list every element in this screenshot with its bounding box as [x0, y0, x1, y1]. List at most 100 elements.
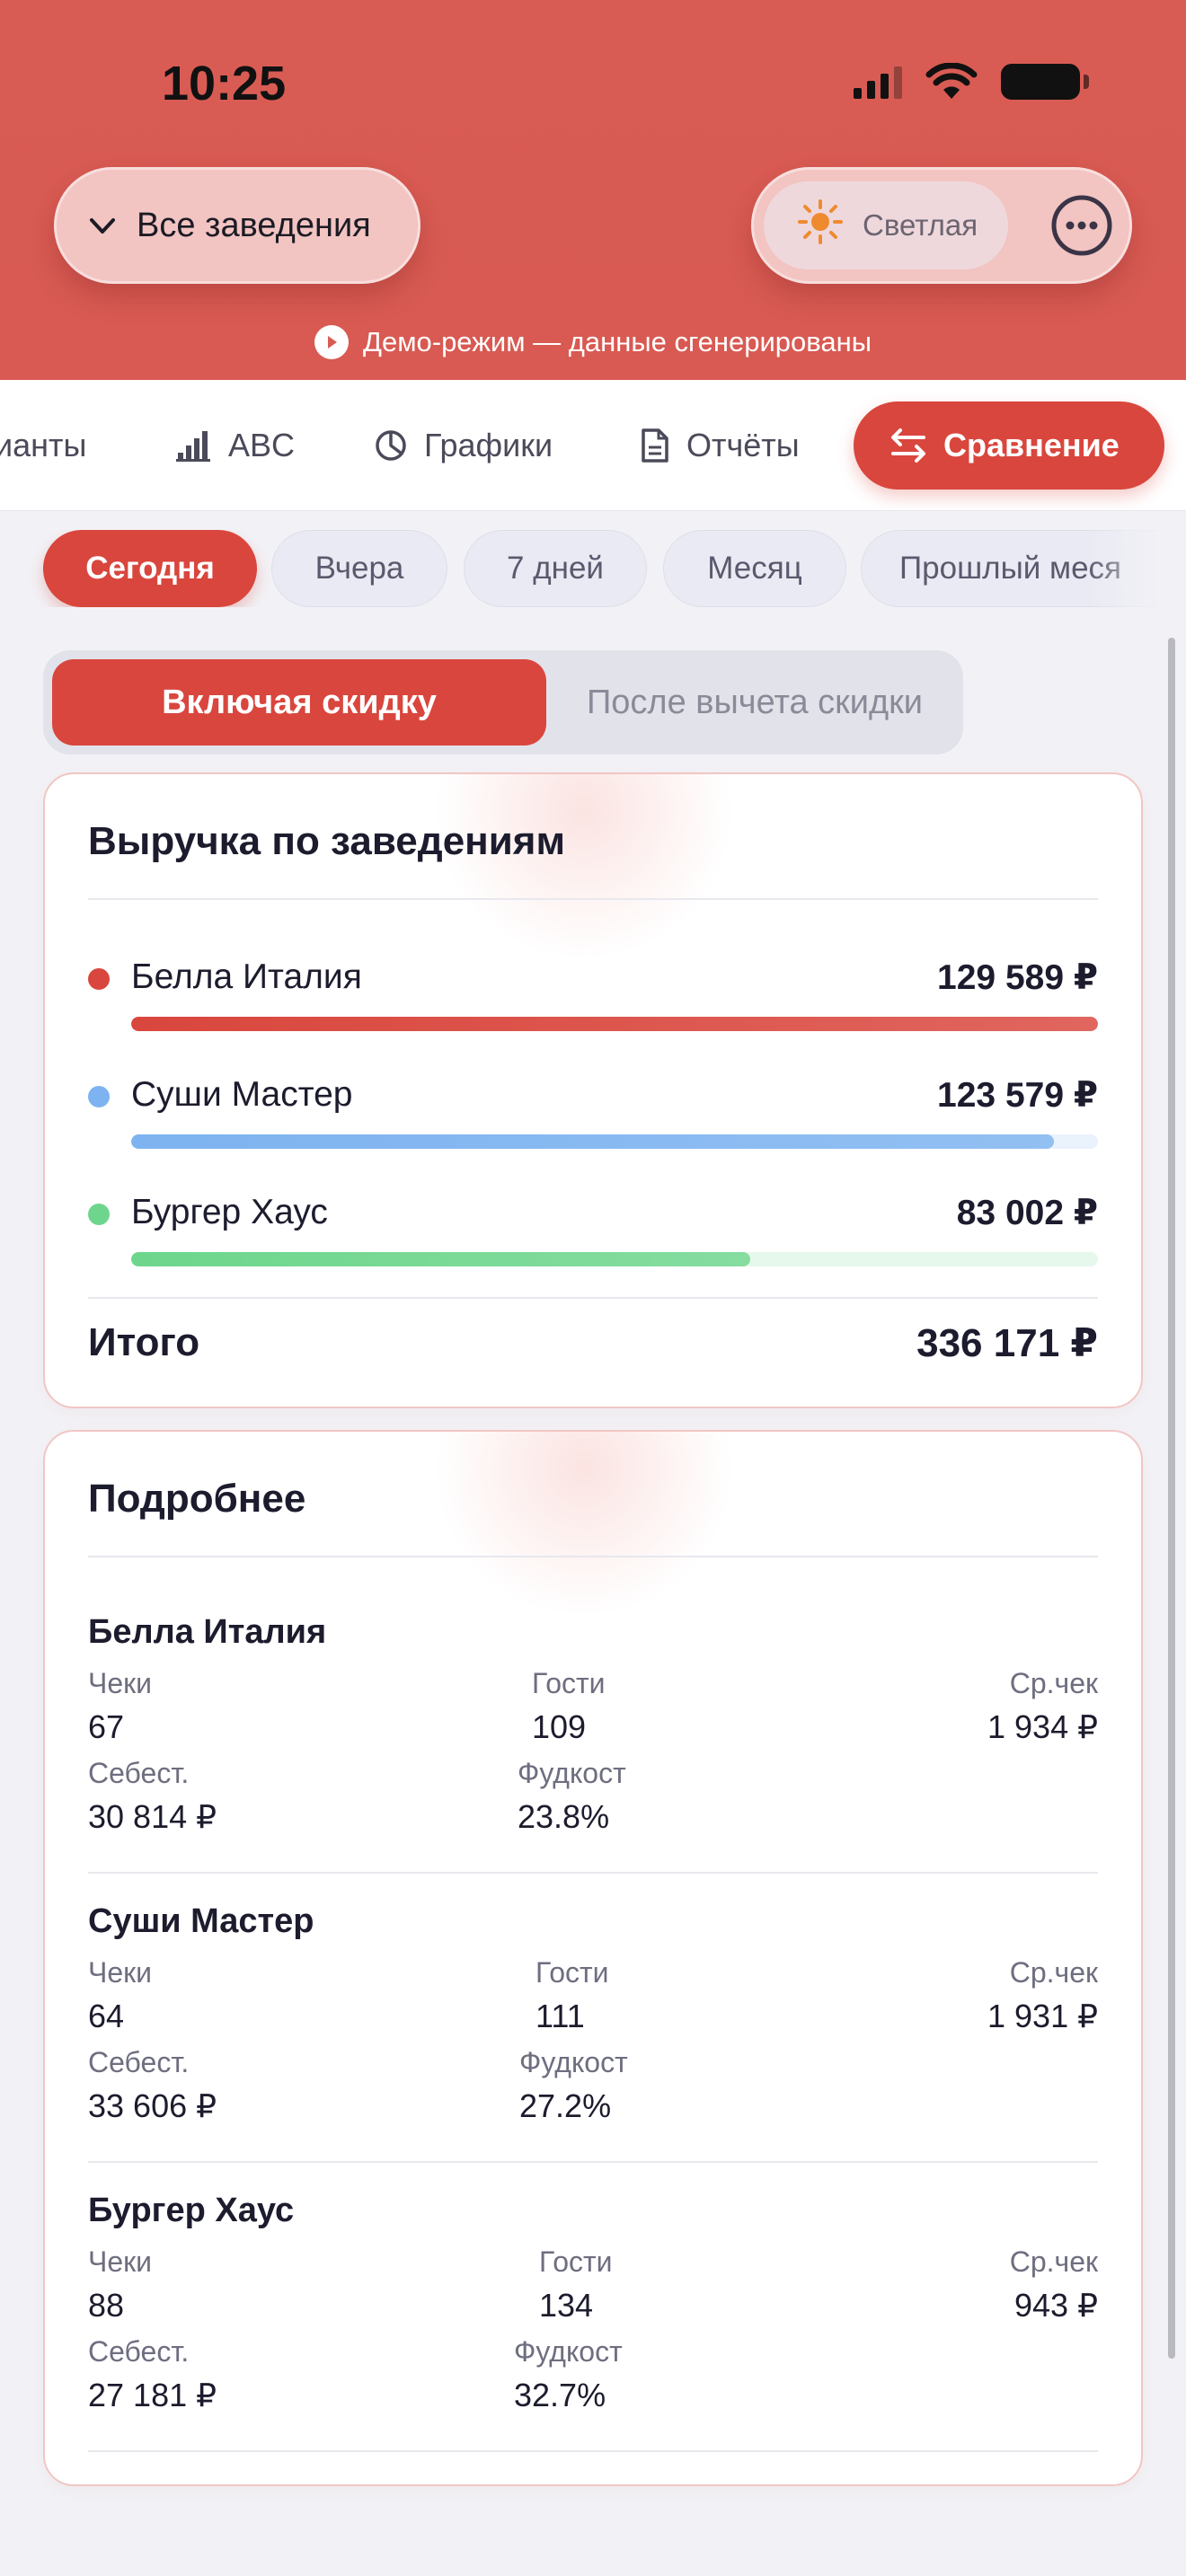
venue-details: Суши Мастер Чеки Гости Ср.чек 64 111 1 9… [88, 1902, 1098, 2163]
more-options-icon[interactable] [1049, 193, 1114, 258]
cellular-signal-icon [854, 65, 902, 99]
venues-selector[interactable]: Все заведения [54, 167, 420, 284]
period-today[interactable]: Сегодня [43, 530, 257, 607]
tab-label: ианты [0, 427, 87, 463]
venue-name: Суши Мастер [88, 1902, 314, 1940]
revenue-row: Бургер Хаус 83 002 ₽ [88, 1189, 1098, 1266]
total-value: 336 171 ₽ [916, 1321, 1098, 1365]
play-icon [314, 325, 349, 359]
tab-label: Графики [424, 427, 553, 463]
status-icons [854, 63, 1089, 101]
revenue-row: Белла Италия 129 589 ₽ [88, 954, 1098, 1031]
period-month[interactable]: Месяц [663, 530, 846, 607]
cost-label: Себест. [88, 2046, 190, 2078]
venue-name: Белла Италия [88, 1613, 327, 1651]
section-tabs: ианты ABC Графики Отчёты Сравнение [0, 380, 1186, 511]
period-7-days[interactable]: 7 дней [464, 530, 647, 607]
after-discount-option[interactable]: После вычета скидки [546, 659, 963, 745]
avg-check-value: 1 931 ₽ [987, 1998, 1098, 2034]
tab-variants[interactable]: ианты [0, 380, 87, 510]
revenue-bar-track [131, 1134, 1098, 1149]
checks-value: 67 [88, 1708, 125, 1745]
venue-details: Бургер Хаус Чеки Гости Ср.чек 88 134 943… [88, 2192, 1098, 2452]
chips-fade [1087, 530, 1186, 607]
period-selector: Сегодня Вчера 7 дней Месяц Прошлый меся [0, 530, 1186, 607]
theme-toggle-button[interactable]: Светлая [764, 181, 1008, 269]
card-glow [422, 774, 746, 972]
guests-value: 134 [539, 2287, 594, 2324]
avg-check-label: Ср.чек [1009, 1667, 1098, 1699]
tab-label: Сравнение [943, 427, 1120, 463]
cost-value: 33 606 ₽ [88, 2087, 217, 2124]
details-card-title: Подробнее [88, 1477, 306, 1521]
avg-check-label: Ср.чек [1009, 1956, 1098, 1989]
tab-label: ABC [228, 427, 296, 463]
status-time: 10:25 [162, 57, 287, 110]
divider [88, 898, 1098, 900]
details-card: Подробнее Белла Италия Чеки Гости Ср.чек… [43, 1430, 1143, 2486]
tab-comparison[interactable]: Сравнение [854, 401, 1164, 490]
cost-label: Себест. [88, 2335, 190, 2368]
venue-details: Белла Италия Чеки Гости Ср.чек 67 109 1 … [88, 1613, 1098, 1874]
cost-value: 30 814 ₽ [88, 1798, 217, 1835]
guests-label: Гости [539, 2245, 613, 2278]
venue-revenue: 123 579 ₽ [937, 1076, 1098, 1115]
venue-name: Бургер Хаус [88, 2192, 295, 2229]
avg-check-label: Ср.чек [1009, 2245, 1098, 2278]
divider [88, 2161, 1098, 2163]
guests-label: Гости [535, 1956, 609, 1989]
sun-icon [796, 198, 845, 253]
venue-name: Бургер Хаус [131, 1193, 328, 1231]
venue-revenue: 129 589 ₽ [937, 958, 1098, 997]
venue-color-dot [88, 1086, 110, 1107]
demo-mode-notice: Демо-режим — данные сгенерированы [0, 325, 1186, 359]
venue-color-dot [88, 1204, 110, 1225]
divider [88, 1872, 1098, 1874]
guests-label: Гости [532, 1667, 606, 1699]
revenue-by-venue-card: Выручка по заведениям Белла Италия 129 5… [43, 772, 1143, 1408]
chevron-down-icon [84, 207, 120, 243]
wifi-icon [925, 63, 978, 99]
discount-segment: Включая скидку После вычета скидки [43, 650, 963, 754]
card-glow [422, 1432, 746, 1629]
venue-name: Белла Италия [131, 957, 362, 996]
divider [88, 2450, 1098, 2452]
revenue-row: Суши Мастер 123 579 ₽ [88, 1072, 1098, 1149]
checks-value: 88 [88, 2287, 125, 2324]
foodcost-value: 23.8% [518, 1798, 610, 1835]
total-label: Итого [88, 1320, 200, 1364]
header-actions: Светлая [751, 167, 1132, 284]
checks-label: Чеки [88, 1956, 152, 1989]
avg-check-value: 943 ₽ [1014, 2287, 1098, 2324]
divider [88, 1297, 1098, 1299]
revenue-card-title: Выручка по заведениям [88, 819, 566, 863]
venue-revenue: 83 002 ₽ [956, 1194, 1098, 1232]
cost-label: Себест. [88, 1757, 190, 1789]
avg-check-value: 1 934 ₽ [987, 1708, 1098, 1745]
divider [88, 1556, 1098, 1557]
scrollbar[interactable] [1168, 638, 1175, 2359]
revenue-bar-fill [131, 1252, 750, 1266]
checks-value: 64 [88, 1998, 125, 2034]
cost-value: 27 181 ₽ [88, 2377, 217, 2413]
checks-label: Чеки [88, 2245, 152, 2278]
tab-abc[interactable]: ABC [176, 380, 296, 510]
venues-selector-label: Все заведения [137, 206, 371, 244]
demo-mode-text: Демо-режим — данные сгенерированы [362, 326, 872, 357]
period-yesterday[interactable]: Вчера [271, 530, 447, 607]
guests-value: 109 [532, 1708, 587, 1745]
document-icon [642, 428, 668, 463]
tab-charts[interactable]: Графики [374, 380, 553, 510]
tab-reports[interactable]: Отчёты [640, 380, 800, 510]
revenue-bar-track [131, 1017, 1098, 1031]
revenue-bar-fill [131, 1134, 1054, 1149]
pie-icon [376, 430, 406, 461]
foodcost-label: Фудкост [514, 2335, 623, 2368]
including-discount-option[interactable]: Включая скидку [52, 659, 546, 745]
revenue-bar-track [131, 1252, 1098, 1266]
venue-name: Суши Мастер [131, 1075, 353, 1114]
revenue-bar-fill [131, 1017, 1098, 1031]
battery-icon [1001, 64, 1089, 100]
foodcost-label: Фудкост [518, 1757, 626, 1789]
checks-label: Чеки [88, 1667, 152, 1699]
